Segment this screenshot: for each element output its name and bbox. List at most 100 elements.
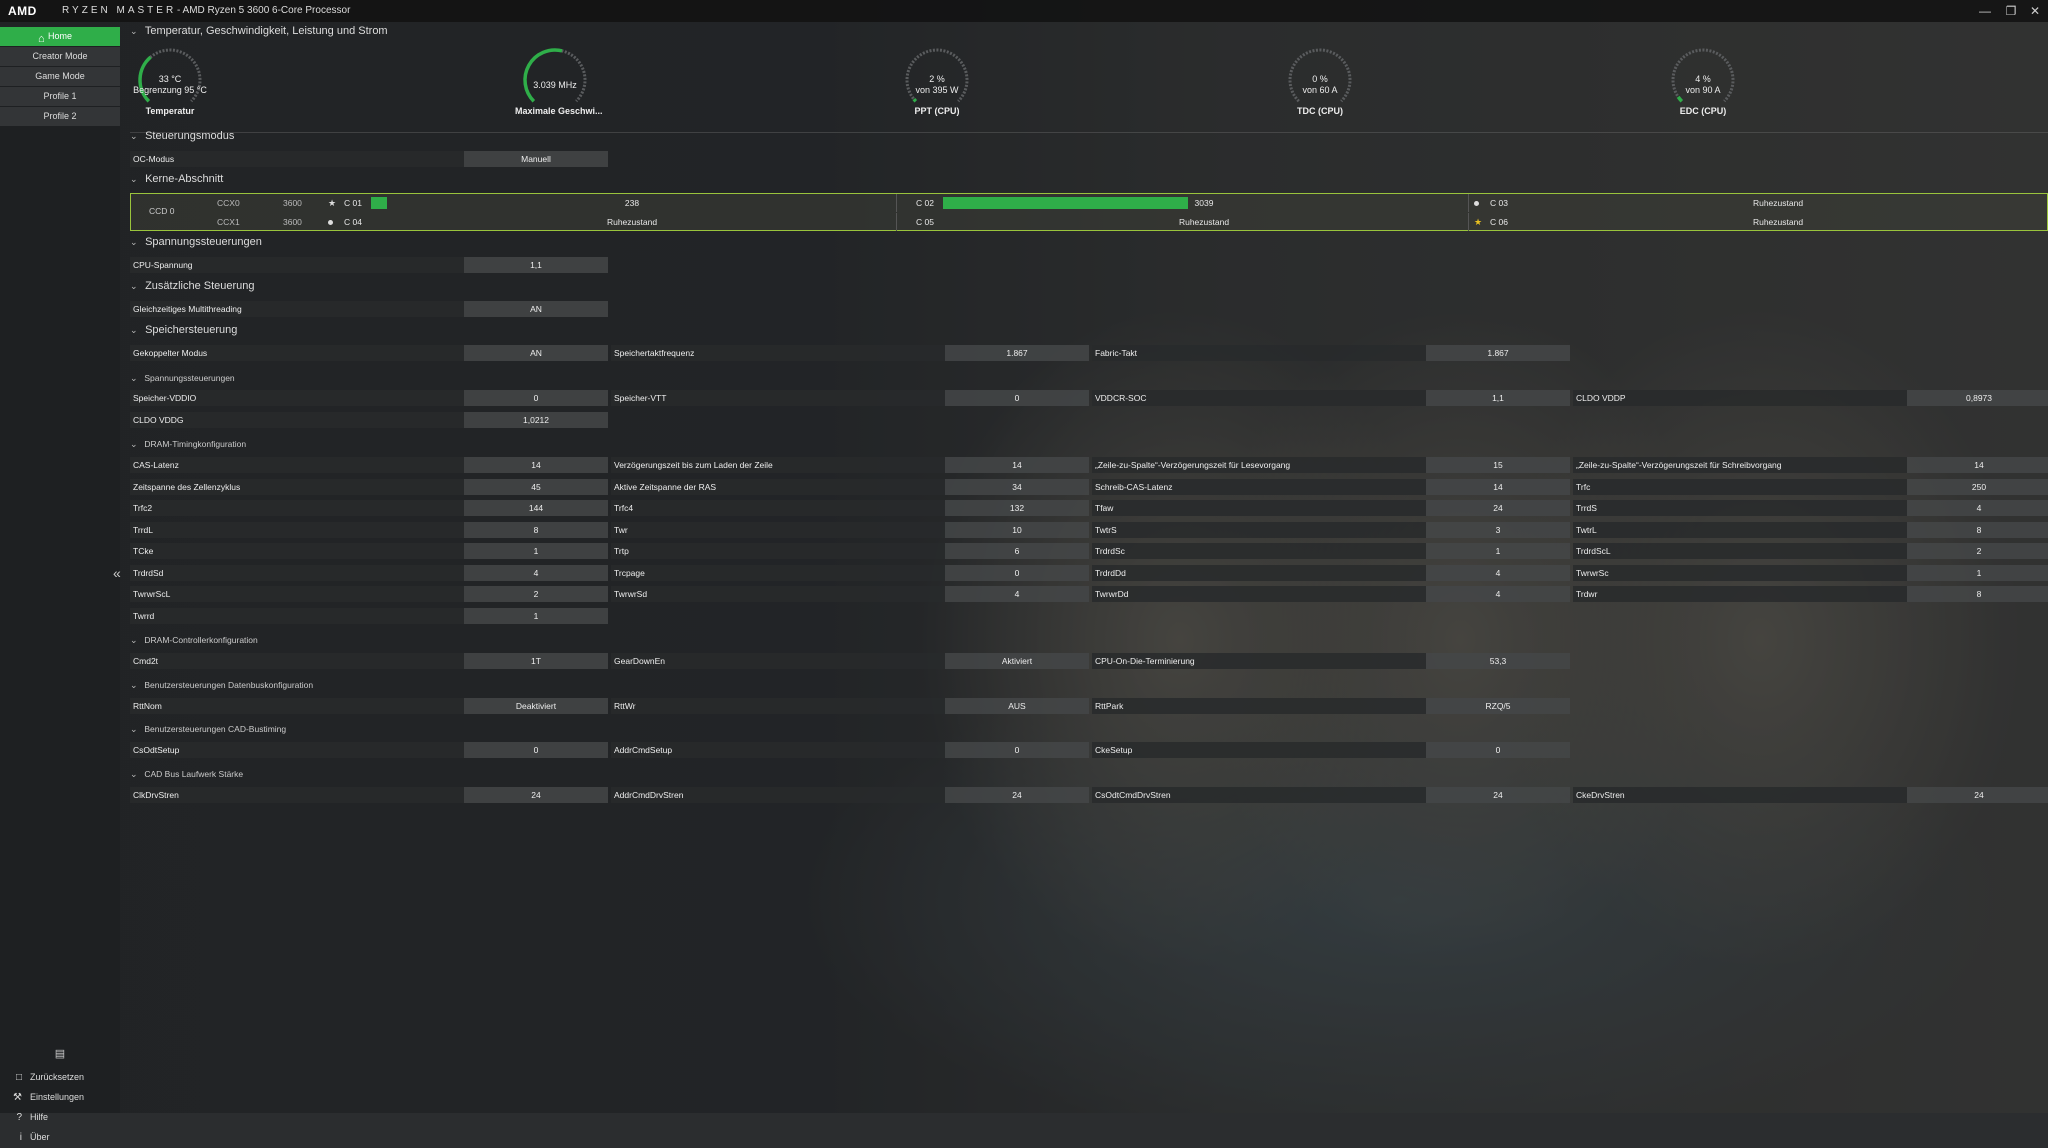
section-cad-bus[interactable]: ⌄ Benutzersteuerungen CAD-Bustiming [130, 724, 286, 735]
setting-value[interactable]: AUS [945, 698, 1089, 714]
section-control-mode[interactable]: ⌄ Steuerungsmodus [130, 130, 234, 142]
setting-value[interactable]: 1T [464, 653, 608, 669]
setting-value[interactable]: Aktiviert [945, 653, 1089, 669]
sidebar-item-home[interactable]: ⌂ Home [0, 27, 120, 46]
setting-value[interactable]: 4 [1907, 500, 2048, 516]
setting-value[interactable]: 53,3 [1426, 653, 1570, 669]
setting-value[interactable]: 1,0212 [464, 412, 608, 428]
sidebar-item-profile-1[interactable]: Profile 1 [0, 87, 120, 106]
section-cores[interactable]: ⌄ Kerne-Abschnitt [130, 173, 223, 185]
setting-value[interactable]: 24 [1426, 787, 1570, 803]
setting-value[interactable]: 24 [945, 787, 1089, 803]
section-voltage[interactable]: ⌄ Spannungssteuerungen [130, 236, 262, 248]
setting-value[interactable]: 3 [1426, 521, 1570, 538]
setting-value[interactable]: 8 [1907, 586, 2048, 602]
setting-value[interactable]: 1.867 [1426, 345, 1570, 361]
setting-label: Trcpage [611, 564, 945, 581]
setting-value[interactable]: 4 [1426, 586, 1570, 602]
gauge-label: PPT (CPU) [914, 106, 960, 116]
help-button[interactable]: ? Hilfe [0, 1107, 120, 1127]
setting-value[interactable]: 45 [464, 478, 608, 495]
setting-value[interactable]: 132 [945, 500, 1089, 516]
setting-value[interactable]: 1 [1907, 564, 2048, 581]
setting-label: Trfc [1573, 478, 1907, 495]
oc-mode-select[interactable]: Manuell [464, 151, 608, 167]
setting-value[interactable]: 2 [464, 586, 608, 602]
setting-value[interactable]: 0,8973 [1907, 390, 2048, 406]
setting-value[interactable]: 1,1 [1426, 390, 1570, 406]
section-dram-timing[interactable]: ⌄ DRAM-Timingkonfiguration [130, 439, 246, 450]
setting-value[interactable]: 8 [1907, 521, 2048, 538]
section-memory[interactable]: ⌄ Speichersteuerung [130, 324, 237, 336]
close-icon[interactable]: ✕ [2026, 3, 2044, 19]
setting-label: TrdrdSc [1092, 543, 1426, 559]
settings-button[interactable]: ⚒ Einstellungen [0, 1087, 120, 1107]
setting-value[interactable]: 14 [1907, 457, 2048, 473]
setting-value[interactable]: 1 [464, 543, 608, 559]
setting-value[interactable]: 1 [464, 607, 608, 624]
smt-toggle[interactable]: AN [464, 301, 608, 317]
setting-label: Speicher-VDDIO [130, 390, 464, 406]
sidebar-item-profile-2[interactable]: Profile 2 [0, 107, 120, 126]
setting-value[interactable]: Deaktiviert [464, 698, 608, 714]
title-bar: AMD RYZEN MASTER - AMD Ryzen 5 3600 6-Co… [0, 0, 2048, 22]
setting-label: Gekoppelter Modus [130, 345, 464, 361]
setting-label: TrrdL [130, 521, 464, 538]
chevron-down-icon: ⌄ [130, 373, 138, 383]
setting-label: Schreib-CAS-Latenz [1092, 478, 1426, 495]
section-additional[interactable]: ⌄ Zusätzliche Steuerung [130, 280, 255, 292]
setting-label: TwtrS [1092, 521, 1426, 538]
setting-value[interactable]: RZQ/5 [1426, 698, 1570, 714]
gauge-reading: 33 °C [158, 74, 182, 84]
dot-icon [1474, 201, 1479, 207]
gauge-value: 3.039 MHz [515, 80, 595, 91]
setting-value[interactable]: 4 [1426, 564, 1570, 581]
setting-value[interactable]: 250 [1907, 478, 2048, 495]
setting-value[interactable]: 14 [1426, 478, 1570, 495]
reset-button[interactable]: □ Zurücksetzen [0, 1067, 120, 1087]
setting-value[interactable]: 0 [464, 390, 608, 406]
sidebar-item-creator-mode[interactable]: Creator Mode [0, 47, 120, 66]
setting-label: TrrdS [1573, 500, 1907, 516]
setting-value[interactable]: 1.867 [945, 345, 1089, 361]
setting-value[interactable]: 24 [1907, 787, 2048, 803]
setting-value[interactable]: AN [464, 345, 608, 361]
about-button[interactable]: i Über [0, 1127, 120, 1147]
setting-value[interactable]: 34 [945, 478, 1089, 495]
setting-value[interactable]: 14 [464, 457, 608, 473]
minimize-icon[interactable]: — [1976, 3, 1994, 19]
setting-label: CAS-Latenz [130, 457, 464, 473]
section-mem-voltage[interactable]: ⌄ Spannungssteuerungen [130, 373, 235, 384]
setting-value[interactable]: 24 [1426, 500, 1570, 516]
setting-value[interactable]: 4 [945, 586, 1089, 602]
processor-name: - AMD Ryzen 5 3600 6-Core Processor [177, 5, 351, 16]
setting-value[interactable]: 0 [464, 742, 608, 758]
setting-value[interactable]: 8 [464, 521, 608, 538]
setting-value[interactable]: 0 [945, 390, 1089, 406]
setting-value[interactable]: 4 [464, 564, 608, 581]
setting-value[interactable]: 0 [945, 564, 1089, 581]
setting-value[interactable]: 10 [945, 521, 1089, 538]
restore-icon[interactable]: ❐ [2002, 3, 2020, 19]
setting-value[interactable]: 24 [464, 787, 608, 803]
setting-value[interactable]: 15 [1426, 457, 1570, 473]
compare-icon[interactable]: ▤ [0, 1047, 120, 1067]
setting-value[interactable]: 144 [464, 500, 608, 516]
section-cad-drive[interactable]: ⌄ CAD Bus Laufwerk Stärke [130, 769, 243, 780]
section-dram-controller[interactable]: ⌄ DRAM-Controllerkonfiguration [130, 635, 258, 646]
section-monitor[interactable]: ⌄ Temperatur, Geschwindigkeit, Leistung … [130, 25, 388, 37]
setting-value[interactable]: 2 [1907, 543, 2048, 559]
collapse-sidebar-icon[interactable]: « [113, 565, 121, 581]
gauge-limit: von 90 A [1685, 85, 1721, 95]
sidebar-item-game-mode[interactable]: Game Mode [0, 67, 120, 86]
setting-value[interactable]: 0 [945, 742, 1089, 758]
setting-value[interactable]: 1 [1426, 543, 1570, 559]
setting-value[interactable]: 6 [945, 543, 1089, 559]
section-databus[interactable]: ⌄ Benutzersteuerungen Datenbuskonfigurat… [130, 680, 313, 691]
cpu-voltage-value[interactable]: 1,1 [464, 257, 608, 273]
gauge-fill [912, 97, 918, 103]
setting-value[interactable]: 14 [945, 457, 1089, 473]
section-title: Temperatur, Geschwindigkeit, Leistung un… [144, 25, 388, 37]
setting-label: Speichertaktfrequenz [611, 345, 945, 361]
setting-value[interactable]: 0 [1426, 742, 1570, 758]
